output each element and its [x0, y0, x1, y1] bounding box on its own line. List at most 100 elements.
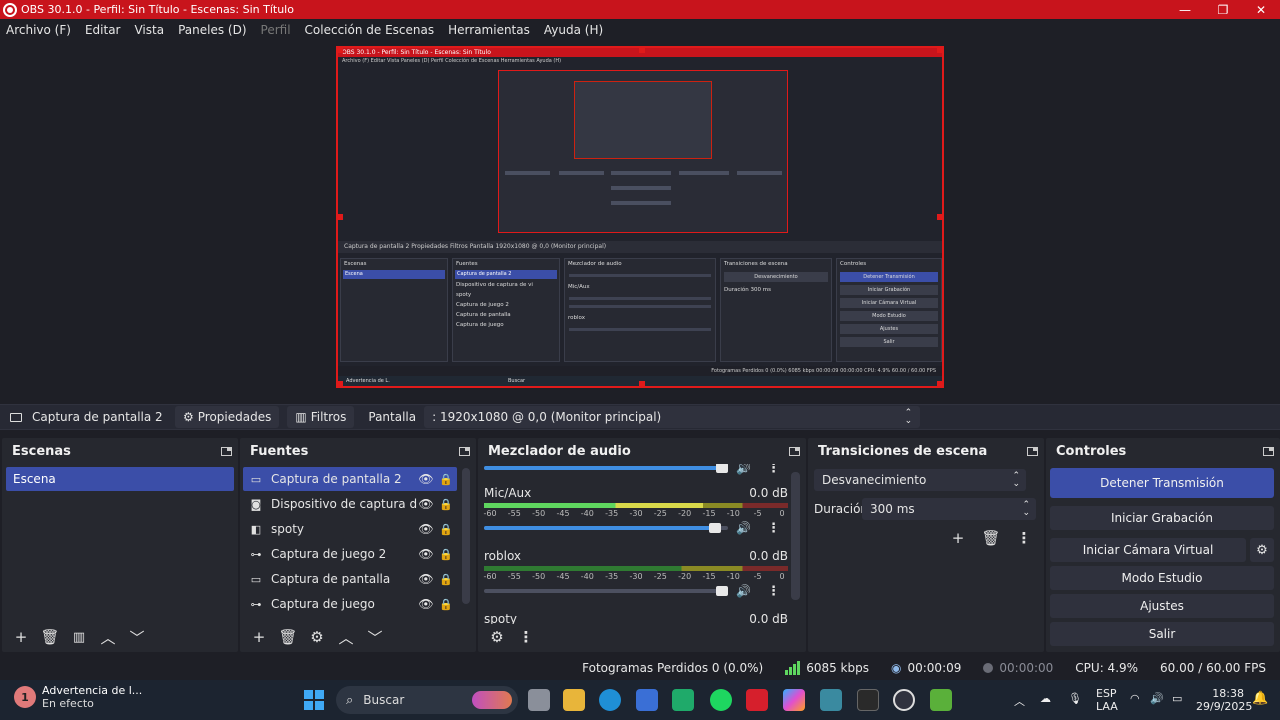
resize-handle[interactable]	[639, 48, 645, 53]
app-icon[interactable]	[820, 689, 842, 711]
menu-ayuda[interactable]: Ayuda (H)	[544, 23, 603, 37]
resize-handle[interactable]	[338, 381, 343, 386]
source-item[interactable]: ▭ Captura de pantalla 2 👁 🔒	[243, 467, 457, 491]
source-item[interactable]: ▭ Captura de pantalla 👁 🔒	[243, 567, 457, 591]
store-icon[interactable]	[636, 689, 658, 711]
lock-icon[interactable]: 🔒	[435, 473, 457, 486]
microphone-icon[interactable]: 🎙	[1068, 692, 1082, 705]
lock-icon[interactable]: 🔒	[435, 523, 457, 536]
volume-slider[interactable]	[484, 589, 728, 593]
resize-handle[interactable]	[937, 381, 942, 386]
visibility-eye-icon[interactable]: 👁	[417, 497, 435, 511]
volume-icon[interactable]: 🔊	[1150, 692, 1164, 705]
volume-slider[interactable]	[484, 466, 728, 470]
menu-editar[interactable]: Editar	[85, 23, 121, 37]
mixer-scrollbar[interactable]	[791, 472, 800, 600]
visibility-eye-icon[interactable]: 👁	[417, 472, 435, 486]
visibility-eye-icon[interactable]: 👁	[417, 522, 435, 536]
undock-icon[interactable]	[221, 446, 232, 456]
undock-icon[interactable]	[1027, 446, 1038, 456]
remove-source-button[interactable]: 🗑	[275, 626, 301, 648]
advanced-audio-button[interactable]: ⚙	[484, 626, 510, 648]
lock-icon[interactable]: 🔒	[435, 598, 457, 611]
transition-menu-button[interactable]: ⋮	[1011, 527, 1037, 549]
volume-slider-thumb[interactable]	[716, 464, 728, 473]
kebab-menu-icon[interactable]: ⋮	[767, 521, 780, 536]
windows-start-icon[interactable]	[304, 690, 324, 710]
source-properties-button[interactable]: ⚙	[304, 626, 330, 648]
obs-taskbar-icon[interactable]	[893, 689, 915, 711]
move-scene-up-button[interactable]: ︿	[95, 626, 121, 648]
visibility-eye-icon[interactable]: 👁	[417, 547, 435, 561]
menu-archivo[interactable]: Archivo (F)	[6, 23, 71, 37]
volume-slider[interactable]	[484, 526, 728, 530]
visibility-eye-icon[interactable]: 👁	[417, 597, 435, 611]
transition-select[interactable]: Desvanecimiento ⌃ ⌄	[814, 469, 1026, 491]
task-view-icon[interactable]	[528, 689, 550, 711]
add-scene-button[interactable]: +	[8, 626, 34, 648]
preview-canvas[interactable]: OBS 30.1.0 - Perfil: Sin Título - Escena…	[336, 46, 944, 388]
speaker-volume-icon[interactable]: 🔊	[736, 521, 751, 535]
resize-handle[interactable]	[639, 381, 645, 386]
menu-coleccion-escenas[interactable]: Colección de Escenas	[305, 23, 435, 37]
preview-area[interactable]: OBS 30.1.0 - Perfil: Sin Título - Escena…	[0, 40, 1280, 397]
move-source-up-button[interactable]: ︿	[333, 626, 359, 648]
lock-icon[interactable]: 🔒	[435, 548, 457, 561]
menu-vista[interactable]: Vista	[134, 23, 164, 37]
xbox-icon[interactable]	[672, 689, 694, 711]
speaker-volume-icon[interactable]: 🔊	[736, 464, 751, 475]
add-transition-button[interactable]: +	[945, 527, 971, 549]
close-button[interactable]: ✕	[1242, 3, 1280, 17]
source-item[interactable]: ◧ spoty 👁 🔒	[243, 517, 457, 541]
studio-mode-button[interactable]: Modo Estudio	[1050, 566, 1274, 590]
lock-icon[interactable]: 🔒	[435, 573, 457, 586]
volume-slider-thumb[interactable]	[716, 586, 728, 596]
maximize-button[interactable]: ❐	[1204, 3, 1242, 17]
sources-scrollbar[interactable]	[462, 468, 470, 604]
kebab-menu-icon[interactable]: ⋮	[767, 464, 780, 476]
taskbar-warning-widget[interactable]: 1 Advertencia de l... En efecto	[14, 684, 142, 710]
scene-item[interactable]: Escena	[6, 467, 234, 491]
source-item[interactable]: ⊶ Captura de juego 👁 🔒	[243, 592, 457, 616]
file-explorer-icon[interactable]	[563, 689, 585, 711]
properties-button[interactable]: ⚙ Propiedades	[175, 406, 280, 428]
scene-filters-button[interactable]: ▥	[66, 626, 92, 648]
filters-button[interactable]: ▥ Filtros	[287, 406, 355, 428]
menu-herramientas[interactable]: Herramientas	[448, 23, 530, 37]
remove-scene-button[interactable]: 🗑	[37, 626, 63, 648]
source-item[interactable]: ◙ Dispositivo de captura de vi 👁 🔒	[243, 492, 457, 516]
tray-expand-icon[interactable]: ︿	[1014, 693, 1025, 709]
tray-app-icon[interactable]: ☁	[1040, 692, 1051, 705]
notifications-bell-icon[interactable]: 🔔	[1252, 691, 1268, 706]
clock[interactable]: 18:38 29/9/2025	[1196, 687, 1252, 713]
edge-browser-icon[interactable]	[599, 689, 621, 711]
roblox-icon[interactable]	[746, 689, 768, 711]
stop-streaming-button[interactable]: Detener Transmisión	[1050, 468, 1274, 498]
speaker-volume-icon[interactable]: 🔊	[736, 584, 751, 598]
resize-handle[interactable]	[937, 214, 942, 220]
menu-paneles[interactable]: Paneles (D)	[178, 23, 246, 37]
lock-icon[interactable]: 🔒	[435, 498, 457, 511]
undock-icon[interactable]	[459, 446, 470, 456]
duration-spinbox[interactable]: 300 ms ⌃ ⌄	[862, 498, 1036, 520]
visibility-eye-icon[interactable]: 👁	[417, 572, 435, 586]
exit-button[interactable]: Salir	[1050, 622, 1274, 646]
resize-handle[interactable]	[338, 214, 343, 220]
taskbar-search[interactable]: ⌕ Buscar	[336, 686, 518, 714]
minecraft-icon[interactable]	[930, 689, 952, 711]
battery-icon[interactable]: ▭	[1172, 692, 1182, 705]
language-indicator[interactable]: ESP LAA	[1096, 687, 1118, 713]
virtual-camera-settings-button[interactable]: ⚙	[1250, 538, 1274, 562]
resize-handle[interactable]	[338, 48, 343, 53]
resize-handle[interactable]	[937, 48, 942, 53]
wifi-icon[interactable]: ◠	[1130, 692, 1140, 705]
kebab-menu-icon[interactable]: ⋮	[767, 584, 780, 599]
source-item[interactable]: ⊶ Captura de juego 2 👁 🔒	[243, 542, 457, 566]
undock-icon[interactable]	[1263, 446, 1274, 456]
spotify-icon[interactable]	[710, 689, 732, 711]
undock-icon[interactable]	[789, 446, 800, 456]
minimize-button[interactable]: —	[1166, 3, 1204, 17]
display-select[interactable]: : 1920x1080 @ 0,0 (Monitor principal) ⌃ ⌄	[424, 406, 921, 428]
mixer-menu-button[interactable]: ⋮	[513, 626, 539, 648]
move-scene-down-button[interactable]: ﹀	[124, 626, 150, 648]
